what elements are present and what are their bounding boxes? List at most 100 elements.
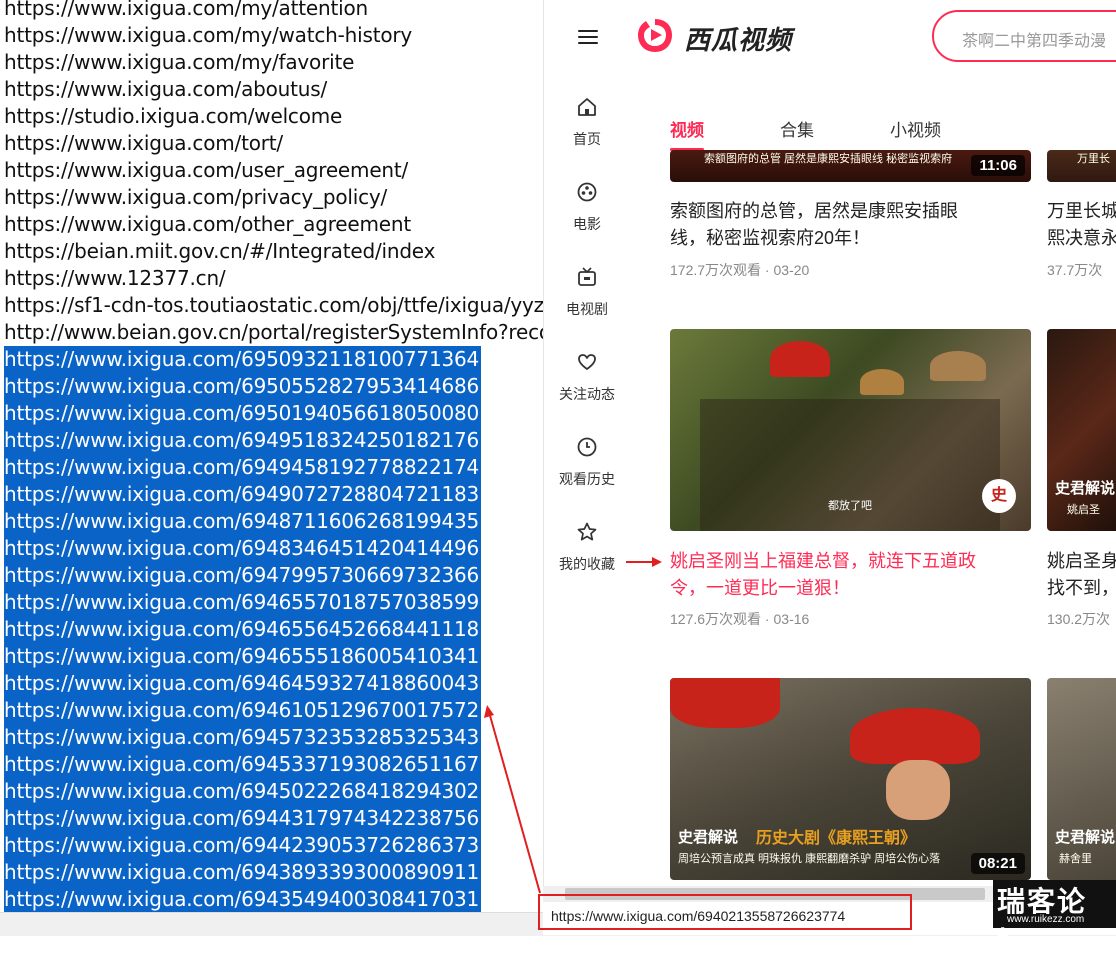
annotation-box — [538, 894, 912, 930]
video-title-line: 姚启圣身 — [1047, 551, 1116, 571]
thumb-caption: 万里长 — [1077, 153, 1110, 165]
video-thumbnail[interactable]: 史君解说 历史大剧《康熙王朝》 周培公预言成真 明珠报仇 康熙翻磨杀驴 周培公伤… — [670, 678, 1031, 880]
url-line: http://www.beian.gov.cn/portal/registerS… — [4, 320, 545, 344]
thumb-caption: 姚启圣 — [1067, 504, 1100, 516]
url-line: https://www.ixigua.com/my/favorite — [4, 50, 355, 74]
url-line: https://studio.ixigua.com/welcome — [4, 104, 343, 128]
sidebar-item-label: 电影 — [573, 216, 601, 232]
url-line-selected: https://www.ixigua.com/69443179743422387… — [4, 805, 482, 832]
top-bar: 西瓜视频 茶啊二中第四季动漫 — [544, 0, 1116, 82]
thumb-subtitle: 都放了吧 — [828, 500, 872, 512]
video-title[interactable]: 姚启圣身找不到， — [1047, 548, 1116, 602]
url-line-selected: https://www.ixigua.com/69450222684182943… — [4, 778, 482, 805]
view-count: 130.2万次 — [1047, 611, 1111, 627]
heart-icon — [578, 354, 596, 370]
url-line: https://sf1-cdn-tos.toutiaostatic.com/ob… — [4, 293, 545, 317]
url-line-selected: https://www.ixigua.com/69494581927788221… — [4, 454, 482, 481]
sidebar: 首页 电影 电视剧 关注动态 观看历史 我的收藏 — [544, 82, 630, 912]
url-line: https://www.ixigua.com/my/watch-history — [4, 23, 413, 47]
video-title-line: 令，一道更比一道狠！ — [670, 578, 850, 598]
tab-bar: 视频 合集 小视频 — [630, 82, 1116, 154]
url-line-selected: https://www.ixigua.com/69479957306697323… — [4, 562, 482, 589]
sidebar-item-movie[interactable]: 电影 — [544, 181, 630, 234]
sidebar-item-tv[interactable]: 电视剧 — [544, 266, 630, 319]
url-line-selected: https://www.ixigua.com/69509321181007713… — [4, 346, 482, 373]
sidebar-item-label: 我的收藏 — [559, 556, 615, 572]
url-line: https://www.12377.cn/ — [4, 266, 226, 290]
url-line-selected: https://www.ixigua.com/69501940566180500… — [4, 400, 482, 427]
sidebar-item-label: 关注动态 — [559, 386, 615, 402]
url-line-selected: https://www.ixigua.com/69442390537262863… — [4, 832, 482, 859]
video-title-line: 姚启圣刚当上福建总督，就连下五道政 — [670, 551, 976, 571]
thumb-sub: 周培公预言成真 明珠报仇 康熙翻磨杀驴 周培公伤心落 — [678, 853, 941, 865]
url-line: https://www.ixigua.com/my/attention — [4, 0, 368, 20]
tab-collection[interactable]: 合集 — [780, 116, 814, 141]
video-title-line: 万里长城 — [1047, 201, 1116, 221]
url-line: https://www.ixigua.com/tort/ — [4, 131, 283, 155]
channel-badge: 史 — [982, 479, 1016, 513]
sidebar-item-favorites[interactable]: 我的收藏 — [544, 521, 630, 574]
sidebar-item-label: 首页 — [573, 131, 601, 147]
video-title-line: 找不到， — [1047, 578, 1116, 598]
search-input[interactable]: 茶啊二中第四季动漫 — [932, 10, 1116, 62]
video-title[interactable]: 万里长城 熙决意永 — [1047, 198, 1116, 252]
url-line-selected: https://www.ixigua.com/69505528279534146… — [4, 373, 482, 400]
video-thumbnail[interactable]: 万里长 — [1047, 150, 1116, 182]
thumb-caption: 索额图府的总管 居然是康熙安插眼线 秘密监视索府 — [704, 153, 953, 165]
duration-badge: 08:21 — [970, 853, 1025, 874]
sidebar-item-home[interactable]: 首页 — [544, 96, 630, 149]
ixigua-logo-icon[interactable] — [636, 16, 674, 54]
ixigua-page: 西瓜视频 茶啊二中第四季动漫 首页 电影 电视剧 关注动态 观看历史 我的收藏 — [543, 0, 1116, 912]
duration-badge: 11:06 — [971, 155, 1025, 176]
url-line: https://www.ixigua.com/user_agreement/ — [4, 158, 409, 182]
thumb-sub: 赫舍里 — [1059, 853, 1092, 865]
url-line-selected: https://www.ixigua.com/69490727288047211… — [4, 481, 482, 508]
url-line-selected: https://www.ixigua.com/69495183242501821… — [4, 427, 482, 454]
menu-icon[interactable] — [578, 26, 598, 46]
video-title-line: 熙决意永 — [1047, 228, 1116, 248]
thumb-caption: 史君解说 — [1055, 829, 1116, 846]
url-list-panel: https://www.ixigua.com/my/attention https… — [0, 0, 545, 912]
tv-icon — [578, 267, 596, 286]
video-thumbnail[interactable]: 史君解说 赫舍里 — [1047, 678, 1116, 880]
video-thumbnail[interactable]: 都放了吧 史 — [670, 329, 1031, 531]
url-line: https://www.ixigua.com/privacy_policy/ — [4, 185, 388, 209]
url-line: https://www.ixigua.com/aboutus/ — [4, 77, 328, 101]
publish-date: 03-16 — [773, 611, 810, 627]
tab-short-video[interactable]: 小视频 — [890, 116, 941, 141]
home-icon — [578, 98, 596, 116]
publish-date: 03-20 — [773, 262, 810, 278]
url-line-selected: https://www.ixigua.com/69483464514204144… — [4, 535, 482, 562]
logo-text[interactable]: 西瓜视频 — [684, 20, 792, 57]
view-count: 37.7万次 — [1047, 262, 1103, 278]
url-line: https://beian.miit.gov.cn/#/Integrated/i… — [4, 239, 436, 263]
star-icon — [577, 522, 597, 541]
url-line-selected: https://www.ixigua.com/69487116062681994… — [4, 508, 482, 535]
video-meta: 127.6万次观看 · 03-16 — [670, 611, 810, 627]
url-line-selected: https://www.ixigua.com/69465551860054103… — [4, 643, 482, 670]
video-title-highlighted[interactable]: 姚启圣刚当上福建总督，就连下五道政 令，一道更比一道狠！ — [670, 548, 1000, 602]
url-line: https://www.ixigua.com/other_agreement — [4, 212, 411, 236]
url-line-selected: https://www.ixigua.com/69453371930826511… — [4, 751, 482, 778]
thumb-caption: 史君解说 — [1055, 480, 1116, 497]
video-feed: 索额图府的总管 居然是康熙安插眼线 秘密监视索府 11:06 万里长 索额图府的… — [630, 150, 1116, 912]
video-thumbnail[interactable]: 史君解说 姚启圣 — [1047, 329, 1116, 531]
clock-icon — [577, 437, 597, 457]
view-count: 172.7万次观看 — [670, 262, 762, 278]
video-title[interactable]: 索额图府的总管，居然是康熙安插眼线，秘密监视索府20年！ — [670, 198, 990, 252]
sidebar-item-following[interactable]: 关注动态 — [544, 351, 630, 404]
video-thumbnail[interactable]: 索额图府的总管 居然是康熙安插眼线 秘密监视索府 11:06 — [670, 150, 1031, 182]
sidebar-item-label: 电视剧 — [566, 301, 608, 317]
url-line-selected: https://www.ixigua.com/69435494003084170… — [4, 886, 482, 912]
url-line-selected: https://www.ixigua.com/69457323532853253… — [4, 724, 482, 751]
video-meta: 172.7万次观看 · 03-20 — [670, 262, 810, 278]
watermark-url: www.ruikezz.com — [1007, 914, 1085, 925]
url-line-selected: https://www.ixigua.com/69465564526684411… — [4, 616, 482, 643]
search-placeholder: 茶啊二中第四季动漫 — [962, 33, 1107, 50]
view-count: 127.6万次观看 — [670, 611, 762, 627]
tab-video[interactable]: 视频 — [670, 116, 704, 141]
thumb-caption: 史君解说 — [678, 829, 739, 846]
sidebar-item-history[interactable]: 观看历史 — [544, 436, 630, 489]
thumb-title: 历史大剧《康熙王朝》 — [756, 830, 917, 847]
sidebar-item-label: 观看历史 — [559, 471, 615, 487]
